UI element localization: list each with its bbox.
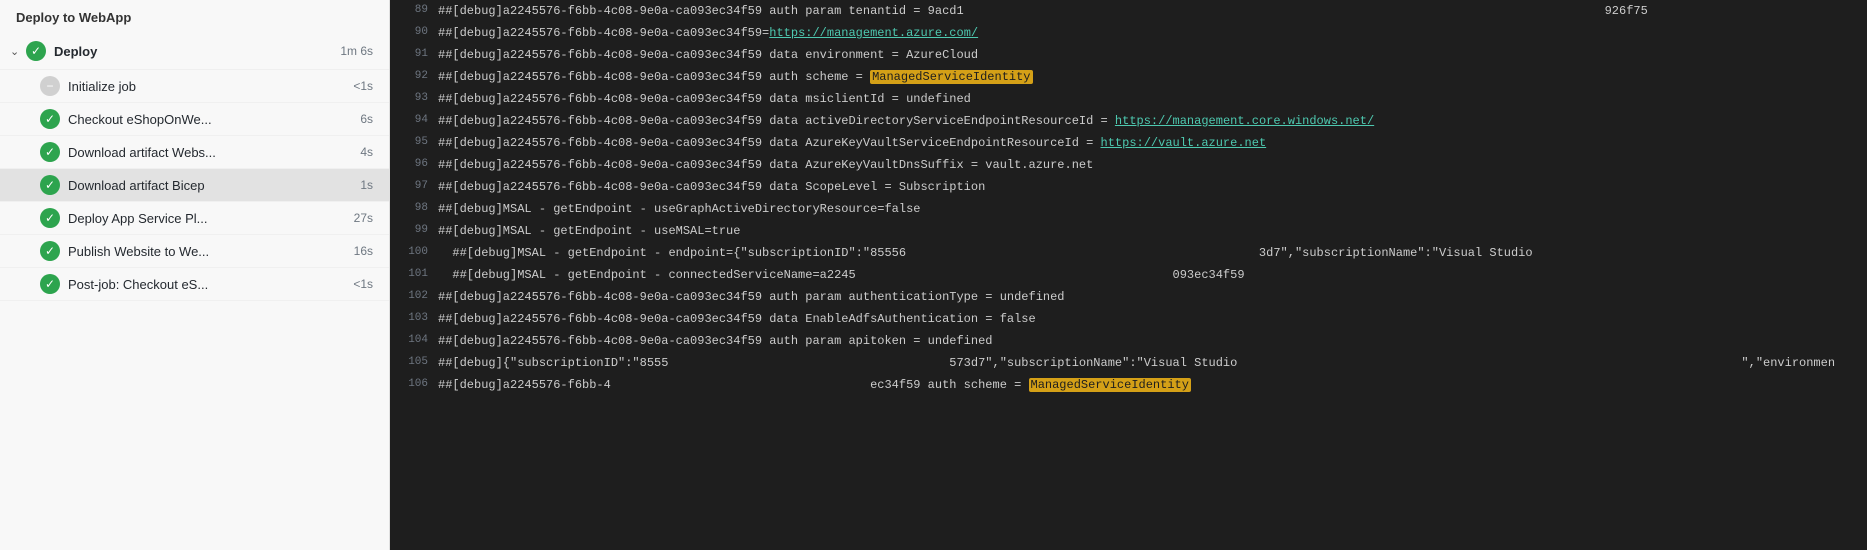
step-download-bicep[interactable]: ✓ Download artifact Bicep 1s: [0, 169, 389, 202]
log-line-89: 89 ##[debug]a2245576-f6bb-4c08-9e0a-ca09…: [390, 0, 1867, 22]
step-publish-label: Publish Website to We...: [68, 244, 338, 259]
step-deploy-app-duration: 27s: [338, 211, 373, 225]
step-post-checkout[interactable]: ✓ Post-job: Checkout eS... <1s: [0, 268, 389, 301]
init-status-icon: −: [40, 76, 60, 96]
step-download-webs[interactable]: ✓ Download artifact Webs... 4s: [0, 136, 389, 169]
deploy-job-label: Deploy: [54, 44, 338, 59]
ad-endpoint-link[interactable]: https://management.core.windows.net/: [1115, 114, 1374, 128]
log-line-93: 93 ##[debug]a2245576-f6bb-4c08-9e0a-ca09…: [390, 88, 1867, 110]
log-line-98: 98 ##[debug]MSAL - getEndpoint - useGrap…: [390, 198, 1867, 220]
log-line-94: 94 ##[debug]a2245576-f6bb-4c08-9e0a-ca09…: [390, 110, 1867, 132]
step-publish-website[interactable]: ✓ Publish Website to We... 16s: [0, 235, 389, 268]
deploy-job-row[interactable]: ⌄ ✓ Deploy 1m 6s: [0, 33, 389, 70]
checkout-status-icon: ✓: [40, 109, 60, 129]
step-deploy-app-label: Deploy App Service Pl...: [68, 211, 338, 226]
log-line-102: 102 ##[debug]a2245576-f6bb-4c08-9e0a-ca0…: [390, 286, 1867, 308]
step-checkout-duration: 6s: [338, 112, 373, 126]
log-line-95: 95 ##[debug]a2245576-f6bb-4c08-9e0a-ca09…: [390, 132, 1867, 154]
log-line-91: 91 ##[debug]a2245576-f6bb-4c08-9e0a-ca09…: [390, 44, 1867, 66]
log-line-97: 97 ##[debug]a2245576-f6bb-4c08-9e0a-ca09…: [390, 176, 1867, 198]
download-webs-status-icon: ✓: [40, 142, 60, 162]
log-line-99: 99 ##[debug]MSAL - getEndpoint - useMSAL…: [390, 220, 1867, 242]
msi-highlight-1: ManagedServiceIdentity: [870, 70, 1032, 84]
deploy-app-status-icon: ✓: [40, 208, 60, 228]
step-publish-duration: 16s: [338, 244, 373, 258]
step-download-bicep-duration: 1s: [338, 178, 373, 192]
deploy-status-icon: ✓: [26, 41, 46, 61]
keyvault-link[interactable]: https://vault.azure.net: [1101, 136, 1267, 150]
log-line-105: 105 ##[debug]{"subscriptionID":"8555 573…: [390, 352, 1867, 374]
log-line-92: 92 ##[debug]a2245576-f6bb-4c08-9e0a-ca09…: [390, 66, 1867, 88]
step-checkout[interactable]: ✓ Checkout eShopOnWe... 6s: [0, 103, 389, 136]
log-line-103: 103 ##[debug]a2245576-f6bb-4c08-9e0a-ca0…: [390, 308, 1867, 330]
log-line-104: 104 ##[debug]a2245576-f6bb-4c08-9e0a-ca0…: [390, 330, 1867, 352]
step-init-duration: <1s: [338, 79, 373, 93]
download-bicep-status-icon: ✓: [40, 175, 60, 195]
log-line-100: 100 ##[debug]MSAL - getEndpoint - endpoi…: [390, 242, 1867, 264]
step-init[interactable]: − Initialize job <1s: [0, 70, 389, 103]
deploy-job-duration: 1m 6s: [338, 44, 373, 58]
step-post-checkout-label: Post-job: Checkout eS...: [68, 277, 338, 292]
msi-highlight-2: ManagedServiceIdentity: [1029, 378, 1191, 392]
step-post-checkout-duration: <1s: [338, 277, 373, 291]
log-panel[interactable]: 89 ##[debug]a2245576-f6bb-4c08-9e0a-ca09…: [390, 0, 1867, 550]
step-init-label: Initialize job: [68, 79, 338, 94]
step-deploy-app[interactable]: ✓ Deploy App Service Pl... 27s: [0, 202, 389, 235]
step-download-webs-duration: 4s: [338, 145, 373, 159]
log-line-101: 101 ##[debug]MSAL - getEndpoint - connec…: [390, 264, 1867, 286]
chevron-down-icon: ⌄: [10, 45, 26, 58]
log-line-106: 106 ##[debug]a2245576-f6bb-4 ec34f59 aut…: [390, 374, 1867, 396]
panel-title: Deploy to WebApp: [0, 0, 389, 33]
step-download-webs-label: Download artifact Webs...: [68, 145, 338, 160]
publish-status-icon: ✓: [40, 241, 60, 261]
log-line-96: 96 ##[debug]a2245576-f6bb-4c08-9e0a-ca09…: [390, 154, 1867, 176]
step-download-bicep-label: Download artifact Bicep: [68, 178, 338, 193]
post-checkout-status-icon: ✓: [40, 274, 60, 294]
step-checkout-label: Checkout eShopOnWe...: [68, 112, 338, 127]
azure-management-link[interactable]: https://management.azure.com/: [769, 26, 978, 40]
log-line-90: 90 ##[debug]a2245576-f6bb-4c08-9e0a-ca09…: [390, 22, 1867, 44]
left-panel: Deploy to WebApp ⌄ ✓ Deploy 1m 6s − Init…: [0, 0, 390, 550]
